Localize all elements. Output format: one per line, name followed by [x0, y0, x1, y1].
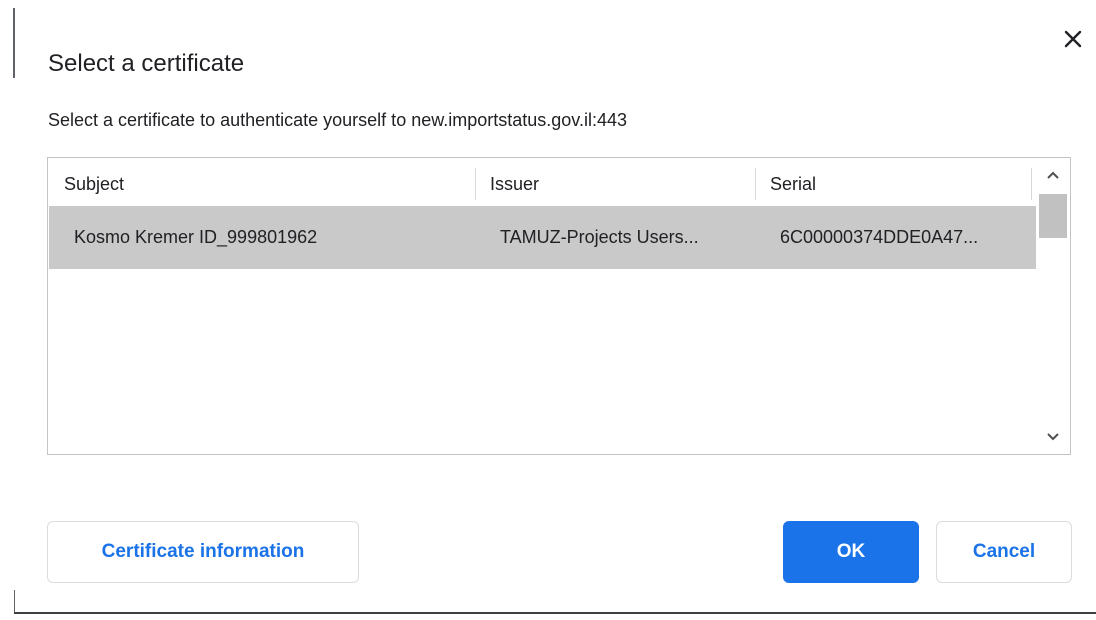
- column-header-issuer[interactable]: Issuer: [490, 158, 539, 206]
- window-edge: [13, 8, 15, 78]
- cell-issuer: TAMUZ-Projects Users...: [500, 227, 699, 247]
- chevron-up-icon: [1047, 171, 1059, 179]
- table-header: Subject Issuer Serial: [48, 158, 1036, 206]
- column-divider[interactable]: [475, 168, 476, 200]
- dialog-subtitle: Select a certificate to authenticate you…: [48, 110, 627, 130]
- close-icon: [1064, 30, 1082, 48]
- scroll-thumb[interactable]: [1039, 194, 1067, 238]
- column-header-serial[interactable]: Serial: [770, 158, 816, 206]
- scroll-up-button[interactable]: [1036, 158, 1070, 192]
- cell-serial: 6C00000374DDE0A47...: [780, 227, 979, 247]
- dialog-title: Select a certificate: [48, 50, 245, 77]
- column-divider[interactable]: [755, 168, 756, 200]
- chevron-down-icon: [1047, 433, 1059, 441]
- ok-button[interactable]: OK: [783, 521, 919, 583]
- window-edge: [14, 612, 1096, 614]
- scroll-down-button[interactable]: [1036, 420, 1070, 454]
- table-row[interactable]: Kosmo Kremer ID_999801962 TAMUZ-Projects…: [49, 206, 1036, 269]
- column-divider[interactable]: [1031, 168, 1032, 200]
- certificate-information-button[interactable]: Certificate information: [47, 521, 359, 583]
- vertical-scrollbar[interactable]: [1036, 158, 1070, 454]
- column-header-subject[interactable]: Subject: [64, 158, 124, 206]
- cancel-button[interactable]: Cancel: [936, 521, 1072, 583]
- certificate-table: Subject Issuer Serial Kosmo Kremer ID_99…: [47, 157, 1071, 455]
- cell-subject: Kosmo Kremer ID_999801962: [74, 227, 318, 247]
- certificate-dialog: Select a certificate Select a certificat…: [0, 0, 1096, 620]
- close-button[interactable]: [1058, 24, 1088, 54]
- window-edge: [14, 590, 15, 612]
